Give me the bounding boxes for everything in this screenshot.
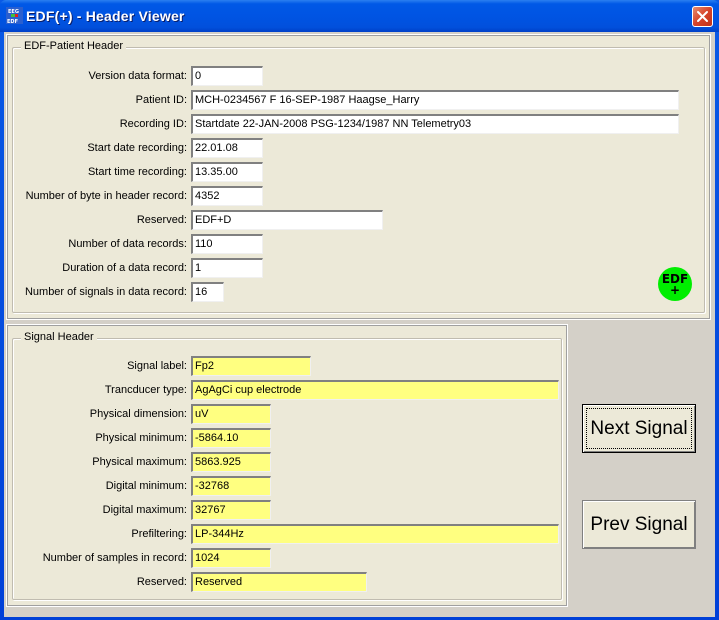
patient-field-input[interactable]: EDF+D — [191, 210, 383, 230]
patient-field-label: Start date recording: — [87, 142, 187, 154]
signal-field-label: Signal label: — [127, 360, 187, 372]
eeg-app-icon: EEG EDF — [6, 7, 23, 24]
signal-field-label: Trancducer type: — [104, 384, 187, 396]
patient-field-input[interactable]: Startdate 22-JAN-2008 PSG-1234/1987 NN T… — [191, 114, 679, 134]
prev-signal-button[interactable]: Prev Signal — [582, 500, 696, 549]
signal-field-label: Digital maximum: — [102, 504, 187, 516]
signal-field-input[interactable]: LP-344Hz — [191, 524, 559, 544]
svg-text:EDF: EDF — [7, 19, 18, 24]
next-signal-button[interactable]: Next Signal — [582, 404, 696, 453]
title-bar[interactable]: EEG EDF EDF(+) - Header Viewer — [0, 0, 719, 32]
patient-field-input[interactable]: 4352 — [191, 186, 263, 206]
patient-header-panel: EDF-Patient Header Version data format: 0… — [6, 34, 711, 320]
signal-field-input[interactable]: 32767 — [191, 500, 271, 520]
edf-plus-logo: EDF + — [658, 267, 692, 301]
patient-field-label: Version data format: — [88, 70, 187, 82]
patient-field-input[interactable]: 1 — [191, 258, 263, 278]
signal-field-input[interactable]: -32768 — [191, 476, 271, 496]
patient-field-label: Number of byte in header record: — [25, 190, 187, 202]
patient-field-label: Number of data records: — [68, 238, 187, 250]
close-button[interactable] — [692, 6, 713, 27]
patient-field-label: Start time recording: — [87, 166, 187, 178]
signal-field-input[interactable]: -5864.10 — [191, 428, 271, 448]
signal-field-input[interactable]: Fp2 — [191, 356, 311, 376]
patient-field-label: Number of signals in data record: — [24, 286, 187, 298]
signal-field-input[interactable]: uV — [191, 404, 271, 424]
signal-field-label: Physical maximum: — [92, 456, 187, 468]
patient-field-label: Duration of a data record: — [62, 262, 187, 274]
patient-field-input[interactable]: 22.01.08 — [191, 138, 263, 158]
signal-field-label: Prefiltering: — [131, 528, 187, 540]
patient-field-input[interactable]: 0 — [191, 66, 263, 86]
signal-header-title: Signal Header — [21, 331, 97, 343]
signal-field-label: Digital minimum: — [105, 480, 187, 492]
client-area: EDF-Patient Header Version data format: 0… — [4, 32, 715, 617]
patient-header-title: EDF-Patient Header — [21, 40, 127, 52]
patient-field-input[interactable]: MCH-0234567 F 16-SEP-1987 Haagse_Harry — [191, 90, 679, 110]
patient-field-input[interactable]: 110 — [191, 234, 263, 254]
signal-field-label: Reserved: — [136, 576, 187, 588]
signal-field-label: Number of samples in record: — [42, 552, 187, 564]
signal-field-input[interactable]: AgAgCi cup electrode — [191, 380, 559, 400]
patient-field-label: Recording ID: — [119, 118, 187, 130]
signal-field-label: Physical minimum: — [95, 432, 187, 444]
edf-logo-plus: + — [669, 283, 681, 297]
prev-signal-label: Prev Signal — [590, 514, 688, 535]
patient-field-input[interactable]: 16 — [191, 282, 224, 302]
patient-field-label: Patient ID: — [135, 94, 187, 106]
signal-field-label: Physical dimension: — [89, 408, 187, 420]
signal-header-panel: Signal Header Signal label: Fp2 Trancducer… — [6, 324, 568, 607]
signal-field-input[interactable]: 1024 — [191, 548, 271, 568]
patient-field-label: Reserved: — [136, 214, 187, 226]
next-signal-label: Next Signal — [590, 418, 688, 439]
window-title: EDF(+) - Header Viewer — [26, 8, 185, 24]
patient-field-input[interactable]: 13.35.00 — [191, 162, 263, 182]
signal-field-input[interactable]: Reserved — [191, 572, 367, 592]
close-icon — [697, 11, 708, 22]
header-viewer-window: EEG EDF EDF(+) - Header Viewer EDF-Patie… — [0, 0, 719, 620]
signal-field-input[interactable]: 5863.925 — [191, 452, 271, 472]
